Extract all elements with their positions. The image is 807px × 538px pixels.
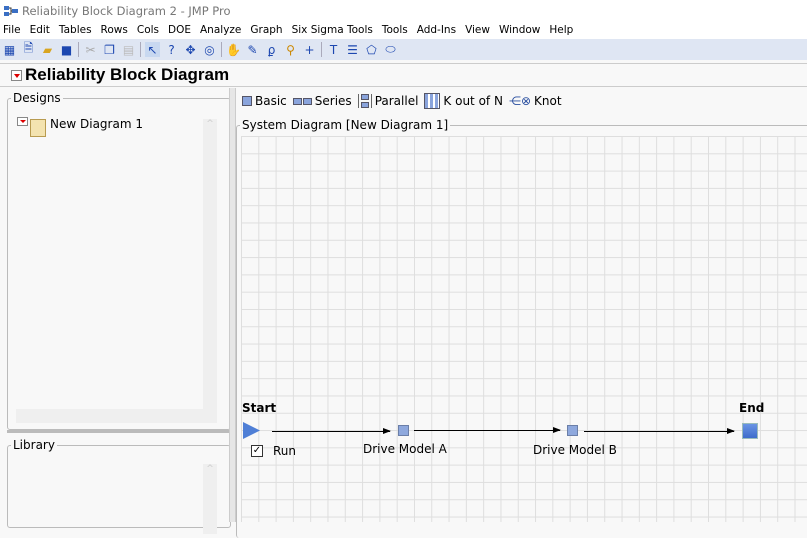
app-icon <box>4 6 18 16</box>
grabber-hand-icon[interactable]: ✋ <box>226 42 241 57</box>
run-label: Run <box>273 444 297 458</box>
lasso-icon[interactable]: ◎ <box>202 42 217 57</box>
copy-icon[interactable]: ❐ <box>102 42 117 57</box>
new-data-table-icon[interactable]: ▦ <box>2 42 17 57</box>
menu-view[interactable]: View <box>465 22 490 39</box>
magnifier-icon[interactable]: ⚲ <box>283 42 298 57</box>
window-title: Reliability Block Diagram 2 - JMP Pro <box>22 4 231 18</box>
connector-arrow[interactable] <box>414 427 561 433</box>
library-panel: Library ^ <box>7 438 231 534</box>
paste-icon[interactable]: ▤ <box>121 42 136 57</box>
basic-block-icon <box>242 96 252 106</box>
crosshair-icon[interactable]: + <box>302 42 317 57</box>
menu-file[interactable]: File <box>3 22 21 39</box>
block-drive-model-a[interactable] <box>398 425 409 436</box>
menu-bar: File Edit Tables Rows Cols DOE Analyze G… <box>0 22 807 39</box>
save-icon[interactable]: ■ <box>59 42 74 57</box>
oval-icon[interactable]: ⬭ <box>383 42 398 57</box>
block-label: Drive Model A <box>363 442 447 456</box>
palette-knot[interactable]: ⋲⊗ Knot <box>509 94 562 108</box>
parallel-icon <box>357 94 372 108</box>
k-out-of-n-icon <box>424 93 441 109</box>
block-palette: Basic Series Parallel K out of N ⋲⊗ Knot <box>242 93 562 109</box>
selection-tool-icon[interactable]: ✥ <box>183 42 198 57</box>
line-tool-icon[interactable]: ☰ <box>345 42 360 57</box>
menu-doe[interactable]: DOE <box>168 22 191 39</box>
new-script-icon[interactable]: 🗎 <box>21 41 36 57</box>
horizontal-scrollbar[interactable] <box>16 409 217 423</box>
open-folder-icon[interactable]: ▰ <box>40 42 55 57</box>
divider <box>321 42 322 57</box>
palette-k-out-of-n[interactable]: K out of N <box>424 93 503 109</box>
palette-series-label: Series <box>314 94 352 108</box>
vertical-scrollbar[interactable]: ^ <box>203 464 217 534</box>
title-bar: Reliability Block Diagram 2 - JMP Pro <box>0 0 807 22</box>
block-label: Drive Model B <box>533 443 617 457</box>
menu-analyze[interactable]: Analyze <box>200 22 241 39</box>
menu-six-sigma-tools[interactable]: Six Sigma Tools <box>292 22 373 39</box>
block-drive-model-b[interactable] <box>567 425 578 436</box>
vertical-scrollbar[interactable]: ^ <box>203 119 217 409</box>
report-title: Reliability Block Diagram <box>25 65 230 84</box>
palette-knot-label: Knot <box>534 94 562 108</box>
library-label: Library <box>13 438 55 452</box>
menu-add-ins[interactable]: Add-Ins <box>417 22 456 39</box>
report-header: Reliability Block Diagram <box>0 63 807 87</box>
menu-tables[interactable]: Tables <box>59 22 92 39</box>
cut-icon[interactable]: ✂ <box>83 42 98 57</box>
knot-icon: ⋲⊗ <box>508 94 531 108</box>
diagram-document-icon <box>30 119 46 137</box>
designs-panel: Designs New Diagram 1 ^ <box>7 91 231 430</box>
lasso-tool-icon[interactable]: ϼ <box>264 42 279 57</box>
arrow-tool-icon[interactable]: ↖ <box>145 42 160 57</box>
panel-splitter[interactable] <box>7 430 231 433</box>
menu-edit[interactable]: Edit <box>30 22 50 39</box>
annotate-icon[interactable]: T <box>326 42 341 57</box>
palette-parallel-label: Parallel <box>374 94 419 108</box>
brush-icon[interactable]: ✎ <box>245 42 260 57</box>
system-diagram-title: System Diagram [New Diagram 1] <box>242 118 449 132</box>
menu-help[interactable]: Help <box>549 22 573 39</box>
vertical-splitter[interactable] <box>229 88 236 522</box>
menu-cols[interactable]: Cols <box>137 22 159 39</box>
palette-basic-label: Basic <box>255 94 287 108</box>
start-node-icon[interactable] <box>243 422 260 439</box>
end-node-icon[interactable] <box>742 423 758 439</box>
menu-graph[interactable]: Graph <box>250 22 282 39</box>
menu-window[interactable]: Window <box>499 22 540 39</box>
palette-basic[interactable]: Basic <box>242 94 287 108</box>
divider <box>221 42 222 57</box>
series-icon <box>292 97 312 105</box>
polygon-icon[interactable]: ⬠ <box>364 42 379 57</box>
toolbar: ▦ 🗎 ▰ ■ ✂ ❐ ▤ ↖ ? ✥ ◎ ✋ ✎ ϼ ⚲ + T ☰ ⬠ ⬭ <box>0 39 807 60</box>
diagram-canvas[interactable] <box>241 136 807 522</box>
designs-label: Designs <box>13 91 61 105</box>
connector-arrow[interactable] <box>584 428 735 434</box>
divider <box>140 42 141 57</box>
design-item[interactable]: New Diagram 1 <box>17 117 143 137</box>
start-label: Start <box>242 401 277 415</box>
palette-series[interactable]: Series <box>292 94 352 108</box>
red-triangle-menu-icon[interactable] <box>17 117 28 126</box>
palette-k-out-of-n-label: K out of N <box>443 94 503 108</box>
run-checkbox[interactable]: ✓ <box>251 445 263 457</box>
palette-parallel[interactable]: Parallel <box>357 94 419 108</box>
red-triangle-menu-icon[interactable] <box>11 70 22 81</box>
connector-arrow[interactable] <box>272 428 391 434</box>
design-item-label: New Diagram 1 <box>50 117 143 131</box>
menu-tools[interactable]: Tools <box>382 22 408 39</box>
menu-rows[interactable]: Rows <box>101 22 128 39</box>
divider <box>78 42 79 57</box>
end-label: End <box>739 401 765 415</box>
help-tool-icon[interactable]: ? <box>164 42 179 57</box>
